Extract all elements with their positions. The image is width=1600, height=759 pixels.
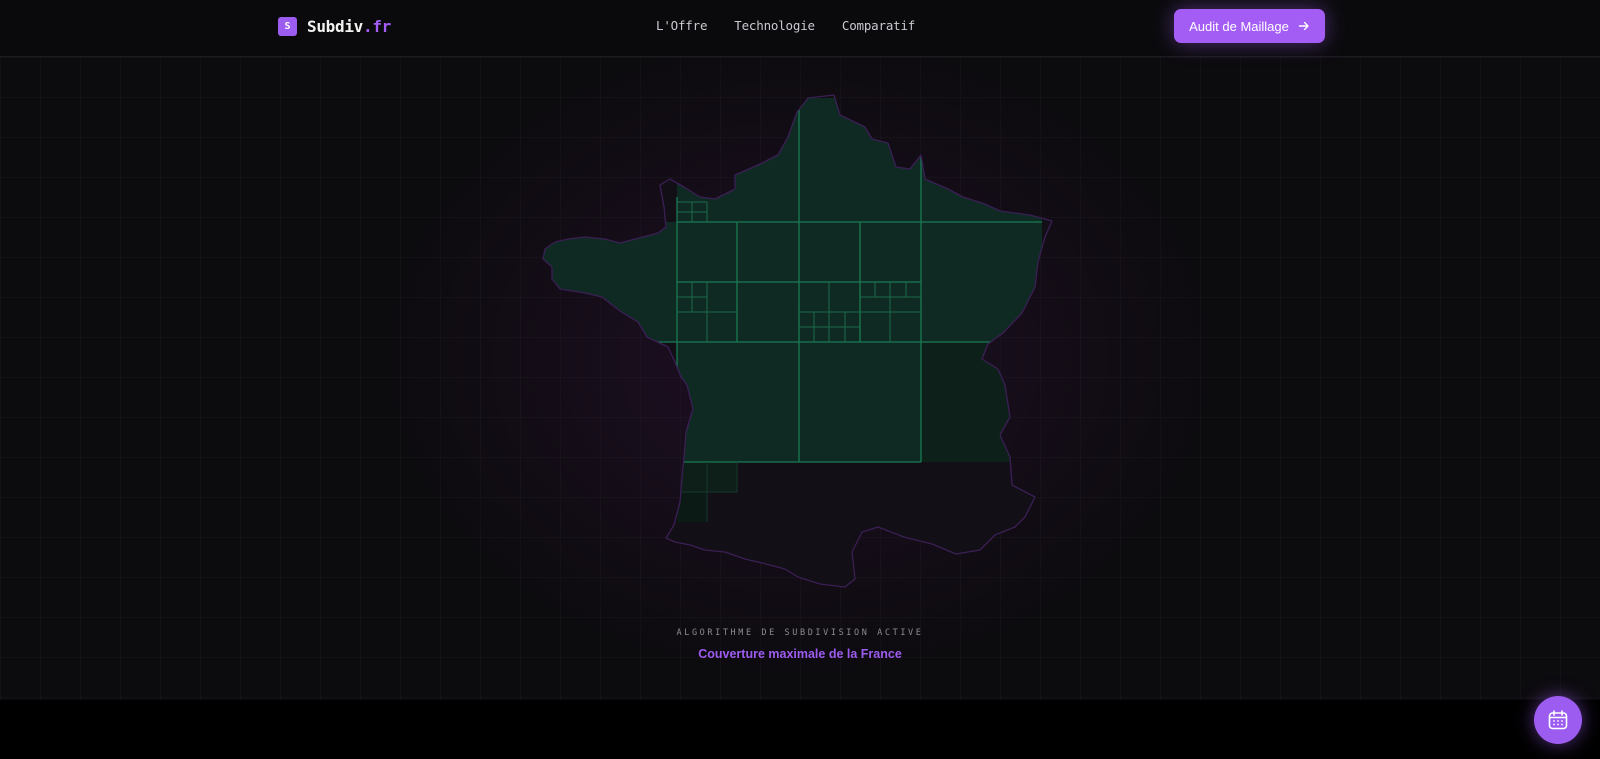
france-map-icon <box>542 94 1053 588</box>
nav-link-offre[interactable]: L'Offre <box>656 18 707 33</box>
arrow-right-icon <box>1298 20 1310 32</box>
nav-link-comparatif[interactable]: Comparatif <box>842 18 915 33</box>
nav-link-technologie[interactable]: Technologie <box>734 18 815 33</box>
site-header: S Subdiv.fr L'Offre Technologie Comparat… <box>0 0 1600 57</box>
calendar-icon <box>1548 710 1568 730</box>
audit-button[interactable]: Audit de Maillage <box>1174 9 1325 43</box>
logo-tld: .fr <box>363 17 391 36</box>
footer-band <box>0 700 1600 759</box>
page: S Subdiv.fr L'Offre Technologie Comparat… <box>0 0 1600 759</box>
coverage-subcaption: Couverture maximale de la France <box>698 647 902 661</box>
logo-badge: S <box>278 17 297 36</box>
logo-text: Subdiv.fr <box>307 17 391 36</box>
logo[interactable]: S Subdiv.fr <box>278 17 391 36</box>
main-nav: L'Offre Technologie Comparatif <box>656 18 942 33</box>
hero-section: ALGORITHME DE SUBDIVISION ACTIVE Couvert… <box>0 57 1600 700</box>
algorithm-caption: ALGORITHME DE SUBDIVISION ACTIVE <box>676 628 924 638</box>
calendar-button[interactable] <box>1534 696 1582 744</box>
logo-name: Subdiv <box>307 17 363 36</box>
audit-button-label: Audit de Maillage <box>1189 18 1289 34</box>
